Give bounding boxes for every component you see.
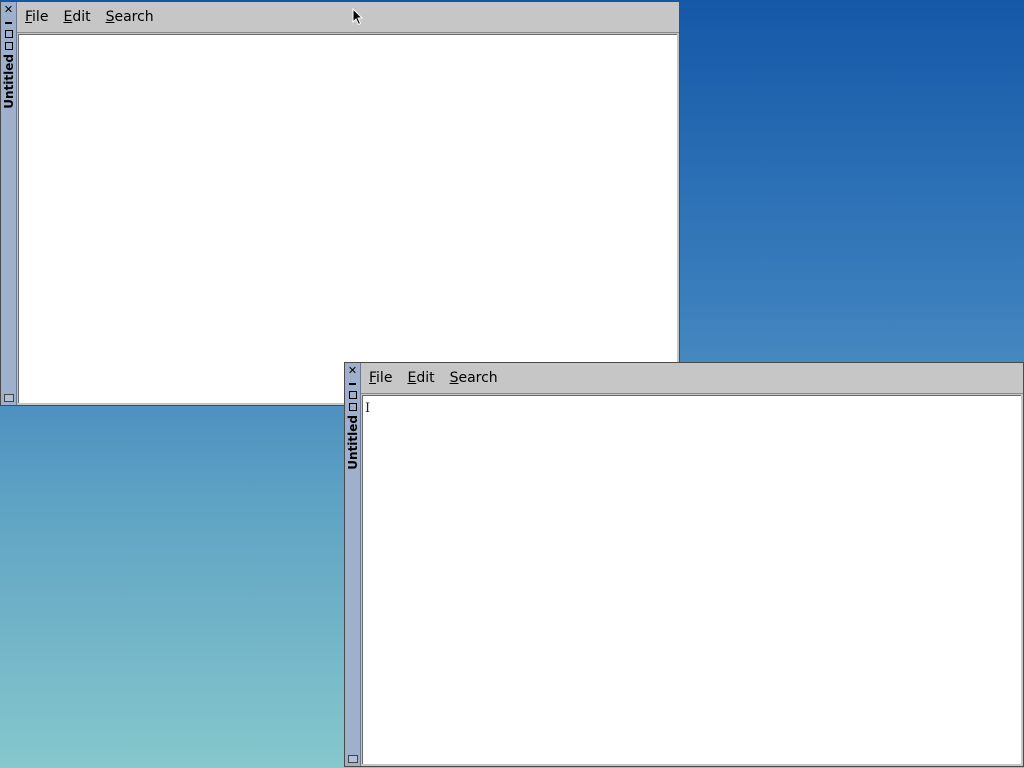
maximize-vertical-icon[interactable] — [3, 40, 14, 51]
window-titlebar[interactable]: ✕ Untitled — [1, 2, 17, 405]
maximize-icon[interactable] — [3, 28, 14, 39]
text-editor-area[interactable]: I — [362, 395, 1021, 764]
menu-edit[interactable]: Edit — [407, 370, 434, 386]
text-cursor-icon: I — [365, 401, 371, 416]
editor-window-1[interactable]: ✕ Untitled File Edit Search — [0, 1, 680, 406]
maximize-icon[interactable] — [347, 389, 358, 400]
text-editor-area[interactable] — [18, 34, 677, 403]
window-titlebar[interactable]: ✕ Untitled — [345, 363, 361, 766]
window-title: Untitled — [346, 415, 360, 470]
maximize-vertical-icon[interactable] — [347, 401, 358, 412]
menu-file[interactable]: File — [369, 370, 392, 386]
resize-grip-icon[interactable] — [4, 394, 14, 402]
menu-search[interactable]: Search — [450, 370, 498, 386]
minimize-icon[interactable] — [3, 16, 14, 27]
editor-window-2[interactable]: ✕ Untitled File Edit Search I — [344, 362, 1024, 767]
desktop: ✕ Untitled File Edit Search ✕ Untitled F… — [0, 0, 1024, 768]
menubar: File Edit Search — [17, 2, 679, 33]
mouse-pointer-icon — [352, 8, 364, 26]
close-icon[interactable]: ✕ — [3, 4, 14, 15]
menu-edit[interactable]: Edit — [63, 9, 90, 25]
window-title: Untitled — [2, 54, 16, 109]
menu-search[interactable]: Search — [106, 9, 154, 25]
menu-file[interactable]: File — [25, 9, 48, 25]
close-icon[interactable]: ✕ — [347, 365, 358, 376]
resize-grip-icon[interactable] — [348, 755, 358, 763]
menubar: File Edit Search — [361, 363, 1023, 394]
minimize-icon[interactable] — [347, 377, 358, 388]
